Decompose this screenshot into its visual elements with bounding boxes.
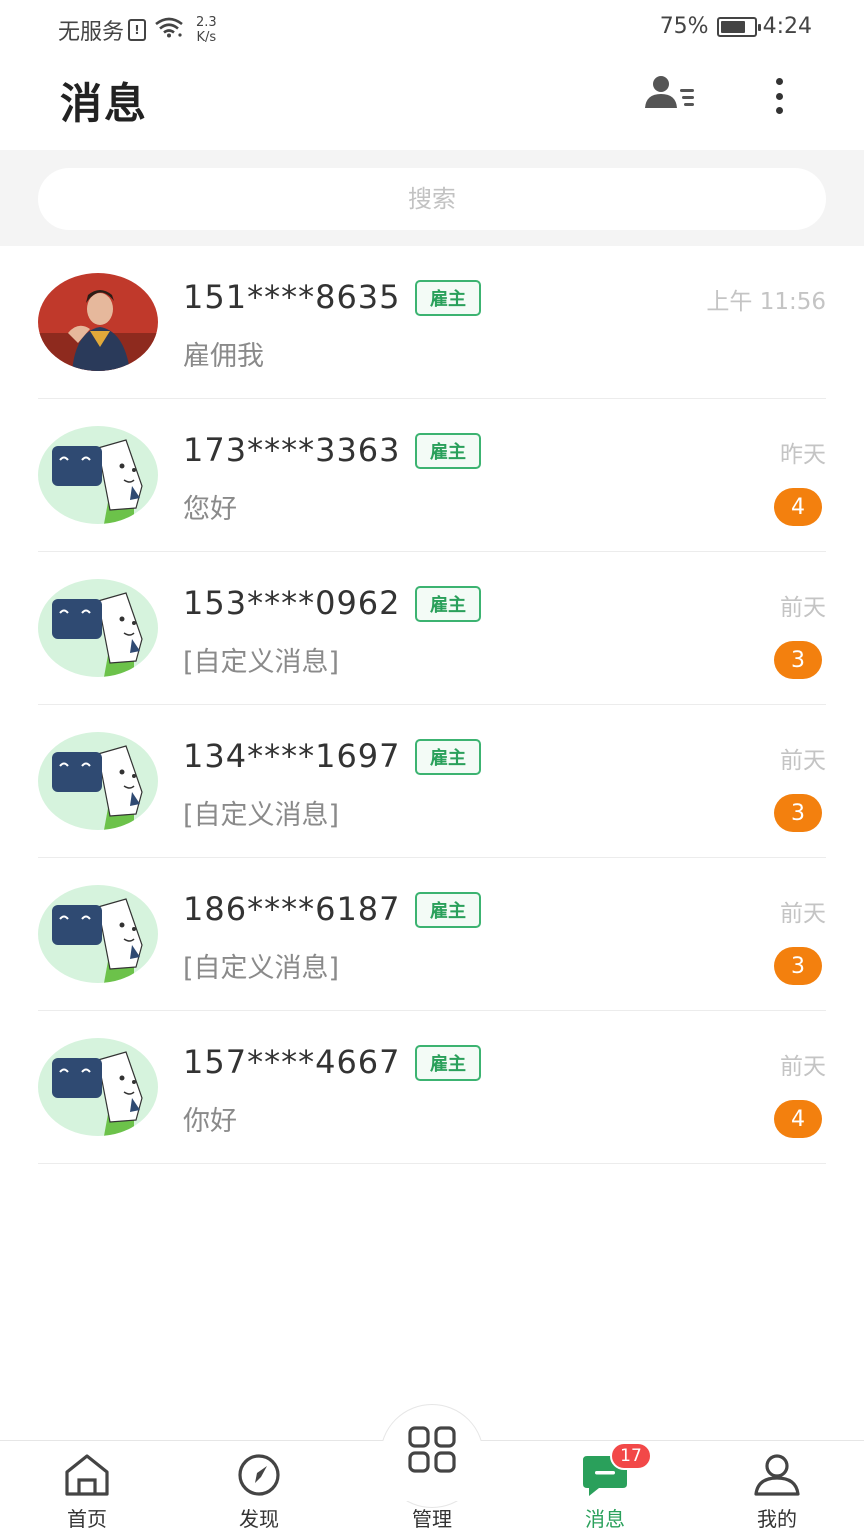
unread-badge: 3 bbox=[774, 947, 822, 985]
message-count-badge: 17 bbox=[610, 1442, 652, 1470]
message-time: 前天 bbox=[780, 595, 826, 621]
message-preview: [自定义消息] bbox=[183, 647, 340, 678]
conversation-row[interactable]: 153****0962 雇主 [自定义消息] 前天 3 bbox=[38, 552, 826, 705]
contact-name: 157****4667 bbox=[183, 1043, 401, 1081]
avatar-cartoon[interactable] bbox=[38, 732, 158, 830]
home-icon bbox=[61, 1451, 113, 1499]
wifi-icon bbox=[154, 16, 184, 44]
avatar-photo[interactable] bbox=[38, 273, 158, 371]
message-preview: 你好 bbox=[183, 1106, 237, 1137]
avatar-cartoon[interactable] bbox=[38, 1038, 158, 1136]
employer-tag: 雇主 bbox=[415, 433, 481, 469]
app-header: 消息 bbox=[0, 60, 864, 150]
conversation-row[interactable]: 186****6187 雇主 [自定义消息] 前天 3 bbox=[38, 858, 826, 1011]
more-vertical-icon[interactable] bbox=[762, 72, 796, 120]
grid-icon[interactable] bbox=[404, 1426, 460, 1474]
status-right: 75% 4:24 bbox=[660, 14, 812, 39]
conversation-row[interactable]: 157****4667 雇主你好 前天 4 bbox=[38, 1011, 826, 1164]
message-time: 上午 11:56 bbox=[706, 289, 826, 315]
message-preview: 您好 bbox=[183, 494, 237, 525]
unread-badge: 4 bbox=[774, 488, 822, 526]
contact-name: 186****6187 bbox=[183, 890, 401, 928]
status-left: 无服务 ! 2.3 K/s bbox=[58, 14, 217, 46]
tab-label: 我的 bbox=[757, 1507, 797, 1531]
avatar-cartoon[interactable] bbox=[38, 426, 158, 524]
search-input[interactable] bbox=[38, 168, 826, 230]
network-speed: 2.3 K/s bbox=[196, 15, 217, 45]
tab-home[interactable]: 首页 bbox=[27, 1441, 147, 1536]
contacts-list-icon[interactable] bbox=[644, 74, 700, 118]
employer-tag: 雇主 bbox=[415, 1045, 481, 1081]
sim-alert-icon: ! bbox=[128, 19, 147, 41]
carrier-text: 无服务 bbox=[58, 20, 125, 45]
battery-percent: 75% bbox=[659, 14, 709, 39]
unread-badge: 3 bbox=[774, 794, 822, 832]
contact-name: 151****8635 bbox=[183, 278, 401, 316]
message-time: 前天 bbox=[780, 1054, 826, 1080]
message-time: 前天 bbox=[780, 748, 826, 774]
message-preview: 雇佣我 bbox=[183, 341, 264, 372]
message-time: 前天 bbox=[780, 901, 826, 927]
contact-name: 134****1697 bbox=[183, 737, 401, 775]
unread-badge: 3 bbox=[774, 641, 822, 679]
profile-icon bbox=[751, 1451, 803, 1499]
message-time: 昨天 bbox=[780, 442, 826, 468]
compass-icon bbox=[233, 1451, 285, 1499]
unread-badge: 4 bbox=[774, 1100, 822, 1138]
conversation-row[interactable]: 151****8635 雇主雇佣我 上午 11:56 bbox=[38, 246, 826, 399]
employer-tag: 雇主 bbox=[415, 739, 481, 775]
conversation-list: 151****8635 雇主 雇佣我 上午 11:56 173****3363 雇主 您好昨… bbox=[0, 246, 864, 1164]
page-title: 消息 bbox=[60, 79, 149, 128]
conversation-row[interactable]: 173****3363 雇主您好 昨天 4 bbox=[38, 399, 826, 552]
contact-name: 173****3363 bbox=[183, 431, 401, 469]
employer-tag: 雇主 bbox=[415, 586, 481, 622]
message-preview: [自定义消息] bbox=[183, 953, 340, 984]
battery-icon bbox=[716, 16, 761, 37]
contact-name: 153****0962 bbox=[183, 584, 401, 622]
tab-label: 首页 bbox=[67, 1507, 107, 1531]
status-bar: 无服务 ! 2.3 K/s 75% 4:24 bbox=[0, 0, 864, 60]
avatar-cartoon[interactable] bbox=[38, 579, 158, 677]
message-preview: [自定义消息] bbox=[183, 800, 340, 831]
employer-tag: 雇主 bbox=[415, 280, 481, 316]
tab-discover[interactable]: 发现 bbox=[199, 1441, 319, 1536]
conversation-row[interactable]: 134****1697 雇主 [自定义消息] 前天 3 bbox=[38, 705, 826, 858]
tab-label: 发现 bbox=[239, 1507, 279, 1531]
tab-profile[interactable]: 我的 bbox=[717, 1441, 837, 1536]
speed-value: 2.3 bbox=[196, 15, 217, 30]
clock: 4:24 bbox=[762, 14, 812, 39]
speed-unit: K/s bbox=[196, 30, 217, 45]
tab-label: 消息 bbox=[585, 1507, 625, 1531]
employer-tag: 雇主 bbox=[415, 892, 481, 928]
search-bar bbox=[0, 150, 864, 246]
avatar-cartoon[interactable] bbox=[38, 885, 158, 983]
